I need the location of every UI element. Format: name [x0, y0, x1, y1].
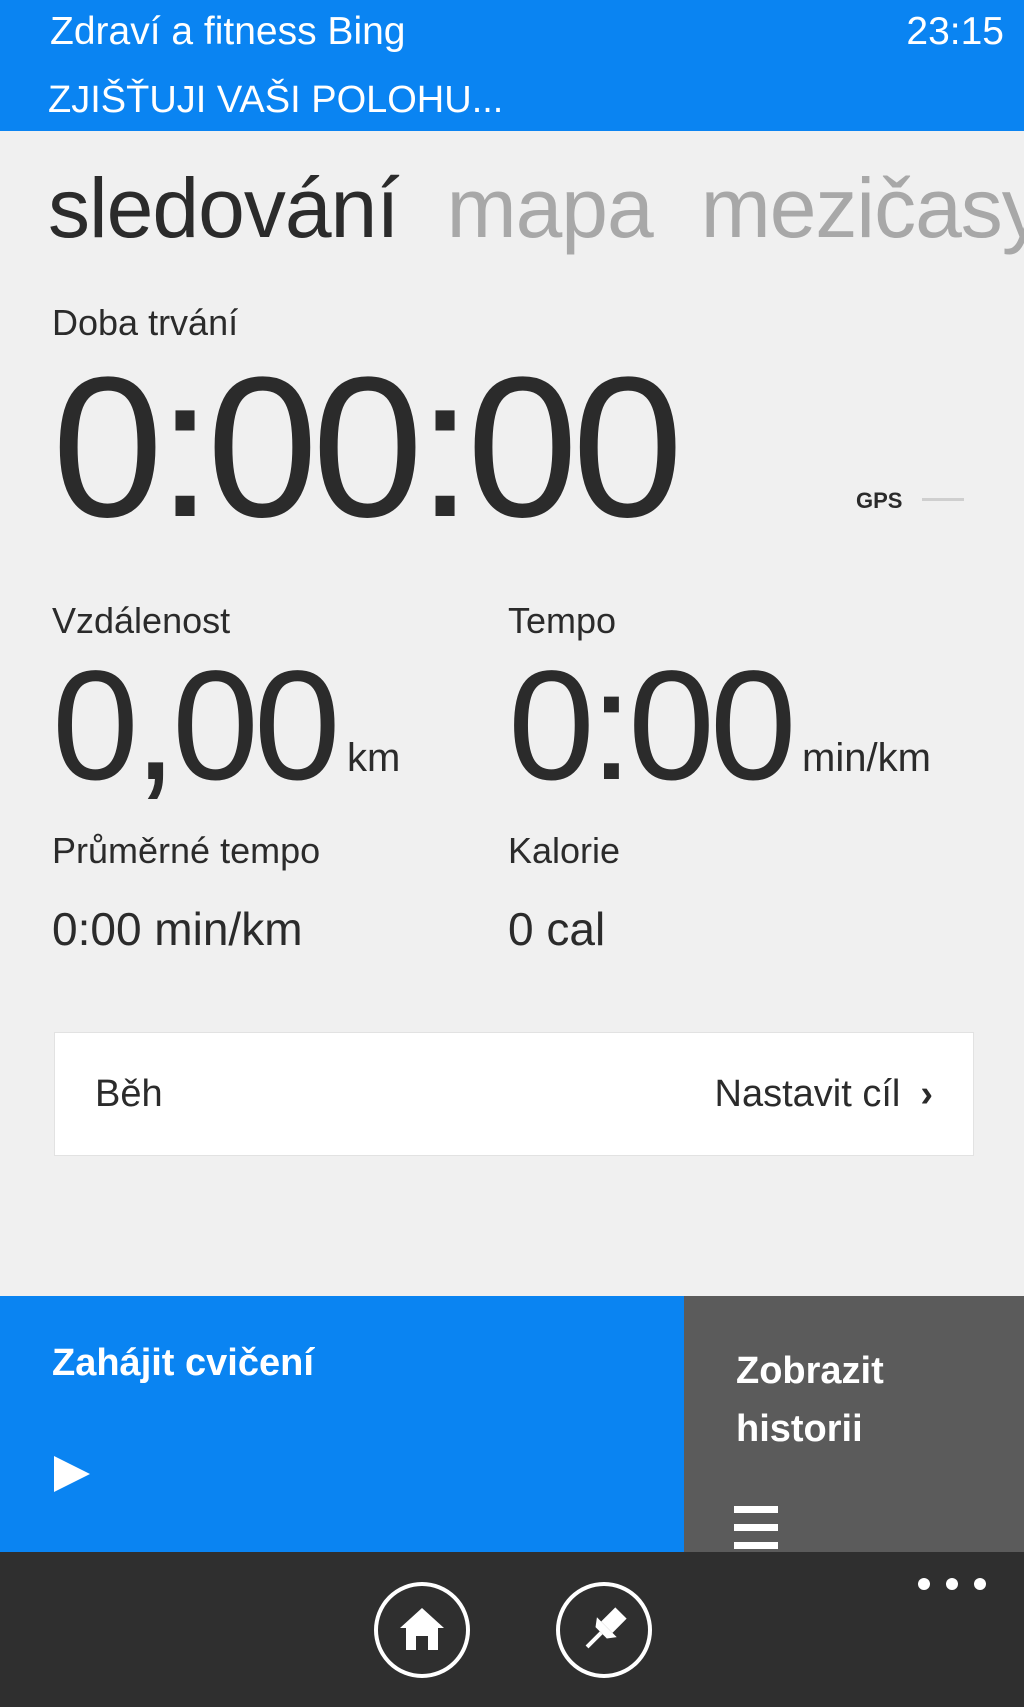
home-button[interactable]	[374, 1582, 470, 1678]
location-status-text: ZJIŠŤUJI VAŠI POLOHU...	[48, 79, 504, 121]
average-pace-value: 0:00 min/km	[52, 903, 303, 955]
more-options-button[interactable]	[912, 1570, 992, 1600]
gps-label: GPS	[856, 488, 903, 513]
tab-mapa[interactable]: mapa	[447, 160, 654, 257]
start-workout-tile[interactable]: Zahájit cvičení	[0, 1296, 684, 1552]
gps-signal-indicator	[922, 498, 964, 501]
activity-goal-row[interactable]: Běh Nastavit cíl ›	[54, 1032, 974, 1156]
distance-unit: km	[347, 736, 401, 780]
tab-sledovani[interactable]: sledování	[48, 160, 400, 257]
app-bar	[0, 1552, 1024, 1707]
average-pace-label: Průměrné tempo	[52, 830, 321, 871]
pace-unit: min/km	[802, 736, 931, 780]
chevron-right-icon: ›	[920, 1073, 933, 1115]
tab-mezicasy[interactable]: mezičasy	[701, 160, 1024, 257]
calories-value: 0 cal	[508, 903, 606, 955]
set-goal-link[interactable]: Nastavit cíl ›	[715, 1073, 933, 1116]
set-goal-label: Nastavit cíl	[714, 1073, 901, 1115]
pin-icon	[585, 1607, 627, 1649]
app-title: Zdraví a fitness Bing	[50, 10, 406, 53]
distance-value: 0,00	[52, 639, 341, 813]
pin-button[interactable]	[556, 1582, 652, 1678]
start-workout-label: Zahájit cvičení	[52, 1342, 314, 1384]
distance-label: Vzdálenost	[52, 600, 231, 641]
status-bar: Zdraví a fitness Bing 23:15	[0, 0, 1024, 65]
pivot-tabs: sledování mapa mezičasy	[48, 160, 1024, 270]
duration-value: 0:00:00	[52, 336, 683, 559]
show-history-tile[interactable]: Zobrazit historii	[684, 1296, 1024, 1552]
list-icon	[734, 1506, 778, 1549]
pace-label: Tempo	[508, 600, 617, 641]
clock: 23:15	[906, 10, 1004, 53]
calories-label: Kalorie	[508, 830, 621, 871]
activity-type[interactable]: Běh	[95, 1073, 163, 1116]
location-banner: ZJIŠŤUJI VAŠI POLOHU...	[0, 65, 1024, 131]
show-history-label: Zobrazit historii	[736, 1350, 884, 1450]
play-icon	[54, 1456, 90, 1492]
pace-value: 0:00	[508, 639, 797, 813]
home-icon	[400, 1608, 444, 1650]
